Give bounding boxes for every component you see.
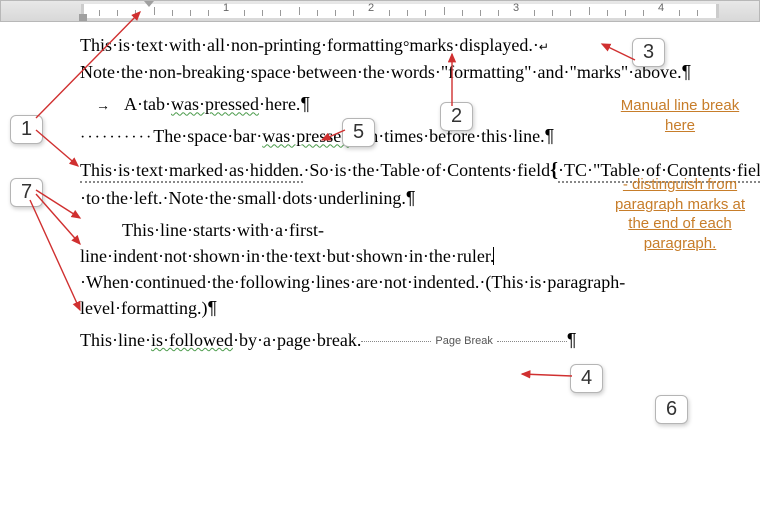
ruler-tick bbox=[643, 10, 644, 16]
callout-2: 2 bbox=[440, 102, 473, 131]
ruler-tick bbox=[280, 10, 281, 16]
ruler-tick bbox=[99, 10, 100, 16]
space-dots: ·········· bbox=[80, 129, 153, 146]
text: The·space·bar· bbox=[153, 126, 262, 146]
paragraph-1: This·is·text·with·all·non-printing·forma… bbox=[80, 32, 720, 85]
tab-mark: → bbox=[80, 95, 124, 115]
ruler-number: 4 bbox=[658, 2, 664, 14]
ruler-tick bbox=[154, 7, 155, 15]
callout-4: 4 bbox=[570, 364, 603, 393]
text: ·So·is·the·Table·of·Contents·field bbox=[303, 160, 550, 180]
ruler-tick bbox=[353, 10, 354, 16]
grammar-wavy: was·pressed bbox=[262, 126, 350, 146]
callout-3: 3 bbox=[632, 38, 665, 67]
pagebreak-dots bbox=[497, 341, 567, 342]
ruler-number: 2 bbox=[368, 2, 374, 14]
text: This·line· bbox=[80, 330, 151, 350]
callout-5: 5 bbox=[342, 118, 375, 147]
grammar-wavy: is·followed bbox=[151, 330, 233, 350]
ruler-tick bbox=[607, 10, 608, 16]
ruler-tick bbox=[462, 10, 463, 16]
ruler-tick bbox=[244, 10, 245, 16]
ruler-tick bbox=[625, 10, 626, 16]
ruler-tick bbox=[425, 10, 426, 16]
ruler-tick bbox=[117, 10, 118, 16]
text: ·here. bbox=[259, 94, 300, 114]
ruler-tick bbox=[552, 10, 553, 16]
text: ·When·continued·the·following·lines·are·… bbox=[80, 272, 625, 318]
ruler-tick bbox=[407, 10, 408, 16]
text: Note·the·non-breaking·space·between·the·… bbox=[80, 62, 682, 82]
text: This·is·text·with·all·non-printing·forma… bbox=[80, 35, 403, 55]
ruler-number: 3 bbox=[513, 2, 519, 14]
hanging-indent-marker[interactable] bbox=[79, 14, 87, 21]
grammar-wavy: was·pressed bbox=[171, 94, 259, 114]
ruler-tick bbox=[299, 7, 300, 15]
pilcrow-mark: ¶ bbox=[406, 188, 416, 208]
ruler-tick bbox=[262, 10, 263, 16]
text: A·tab· bbox=[124, 94, 171, 114]
ruler-tick bbox=[480, 10, 481, 16]
paragraph-6: This·line·is·followed·by·a·page·break. Pa… bbox=[80, 327, 720, 353]
callout-1: 1 bbox=[10, 115, 43, 144]
first-line-indent-marker[interactable] bbox=[144, 1, 154, 7]
text-cursor bbox=[493, 247, 494, 265]
pagebreak-label: Page Break bbox=[431, 335, 496, 347]
ruler-tick bbox=[697, 10, 698, 16]
pagebreak-dots bbox=[361, 341, 431, 342]
text: This·line·starts·with·a·first-line·inden… bbox=[80, 220, 494, 266]
pilcrow-mark: ¶ bbox=[682, 62, 692, 82]
ruler-tick bbox=[190, 10, 191, 16]
field-brace-open: { bbox=[550, 159, 558, 181]
ruler-page-area bbox=[81, 4, 719, 18]
text: marks·displayed.· bbox=[409, 35, 538, 55]
ruler-tick bbox=[589, 7, 590, 15]
text: ·by·a·page·break. bbox=[233, 330, 361, 350]
ruler-tick bbox=[317, 10, 318, 16]
manual-line-break-mark: ↵ bbox=[539, 40, 549, 54]
pilcrow-mark: ¶ bbox=[567, 330, 577, 350]
pilcrow-mark: ¶ bbox=[545, 126, 555, 146]
ruler-tick bbox=[534, 10, 535, 16]
ruler-tick bbox=[570, 10, 571, 16]
ruler-tick bbox=[135, 10, 136, 16]
text: ·to·the·left.·Note·the·small·dots·underl… bbox=[80, 188, 406, 208]
hidden-text: This·is·text·marked·as·hidden. bbox=[80, 160, 303, 183]
ruler-tick bbox=[208, 10, 209, 16]
callout-6: 6 bbox=[655, 395, 688, 424]
ruler-tick bbox=[172, 10, 173, 16]
pilcrow-mark: ¶ bbox=[207, 298, 217, 318]
callout-7: 7 bbox=[10, 178, 43, 207]
annotation-distinguish: - distinguish from paragraph marks at th… bbox=[610, 175, 750, 253]
ruler-tick bbox=[444, 7, 445, 15]
ruler[interactable]: 1 2 3 4 bbox=[0, 0, 760, 22]
ruler-tick bbox=[389, 10, 390, 16]
ruler-tick bbox=[498, 10, 499, 16]
annotation-manual-line-break: Manual line break here bbox=[610, 96, 750, 135]
ruler-number: 1 bbox=[223, 2, 229, 14]
pilcrow-mark: ¶ bbox=[300, 94, 310, 114]
ruler-tick bbox=[335, 10, 336, 16]
ruler-tick bbox=[679, 10, 680, 16]
